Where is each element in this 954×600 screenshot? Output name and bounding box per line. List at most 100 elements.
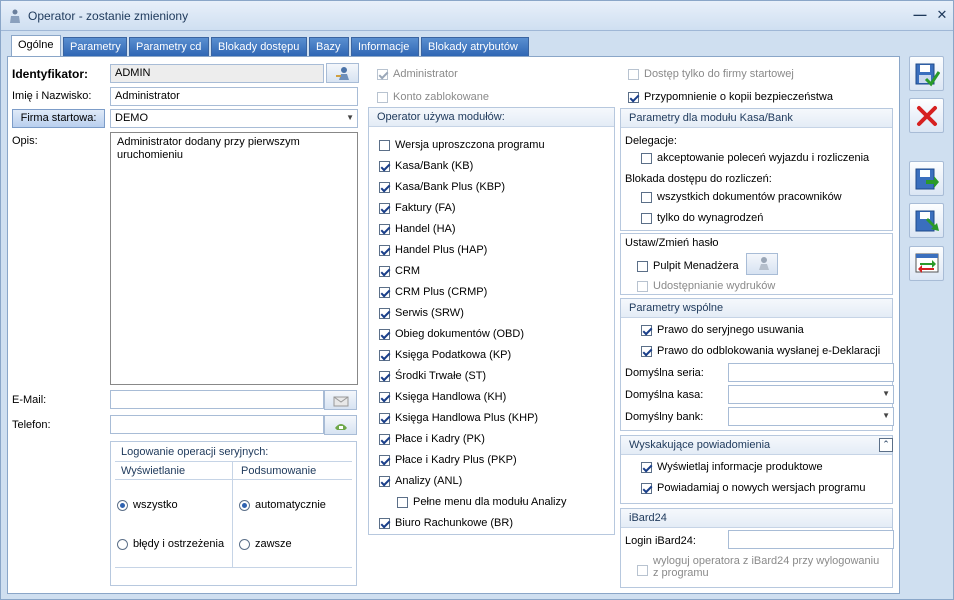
opis-textarea[interactable]: Administrator dodany przy pierwszym uruc… <box>110 132 358 385</box>
pulpit-user-button[interactable] <box>746 253 778 275</box>
save-next-button[interactable] <box>909 161 944 196</box>
module-label: Kasa/Bank (KB) <box>395 160 474 172</box>
radio-zawsze[interactable] <box>239 539 250 550</box>
module-label: Środki Trwałe (ST) <box>395 370 487 382</box>
prawo-seryjne-checkbox[interactable] <box>641 325 652 336</box>
collapse-icon[interactable]: ⌃ <box>879 438 893 452</box>
radio-bledy[interactable] <box>117 539 128 550</box>
tab-blokady-atrybutow[interactable]: Blokady atrybutów <box>421 37 529 56</box>
module-label: Wersja uproszczona programu <box>395 139 545 151</box>
cancel-button[interactable] <box>909 98 944 133</box>
tab-parametry-cd[interactable]: Parametry cd <box>129 37 209 56</box>
logowanie-divider-2 <box>115 479 352 480</box>
module-checkbox[interactable] <box>379 413 390 424</box>
telefon-call-button[interactable] <box>324 415 357 435</box>
firma-startowa-button[interactable]: Firma startowa: <box>12 109 105 128</box>
module-checkbox[interactable] <box>379 434 390 445</box>
tab-blokady-dostepu[interactable]: Blokady dostępu <box>211 37 307 56</box>
module-label: Faktury (FA) <box>395 202 456 214</box>
identyfikator-lookup-button[interactable] <box>326 63 359 83</box>
module-checkbox[interactable] <box>379 392 390 403</box>
email-input[interactable] <box>110 390 324 409</box>
module-checkbox[interactable] <box>379 161 390 172</box>
identyfikator-input[interactable]: ADMIN <box>110 64 324 83</box>
module-label: Pełne menu dla modułu Analizy <box>413 496 567 508</box>
pulpit-checkbox[interactable] <box>637 261 648 272</box>
prawo-odblok-checkbox[interactable] <box>641 346 652 357</box>
wyswietlaj-checkbox[interactable] <box>641 462 652 473</box>
module-label: Analizy (ANL) <box>395 475 463 487</box>
user-key-icon <box>759 257 769 270</box>
module-checkbox[interactable] <box>379 266 390 277</box>
powiadomienia-group: Wyskakujące powiadomienia ⌃ Wyświetlaj i… <box>620 435 893 504</box>
module-checkbox[interactable] <box>379 329 390 340</box>
ibard-title: iBard24 <box>621 509 892 528</box>
module-label: Księga Podatkowa (KP) <box>395 349 512 361</box>
konto-zablokowane-checkbox[interactable] <box>377 92 388 103</box>
udostepnianie-checkbox[interactable] <box>637 281 648 292</box>
wyswietlanie-label: Wyświetlanie <box>121 465 186 477</box>
email-send-button[interactable] <box>324 390 357 410</box>
logowanie-col-divider <box>232 461 233 567</box>
login-ibard-input[interactable] <box>728 530 894 549</box>
chevron-down-icon: ▼ <box>346 113 354 122</box>
przypomnienie-checkbox[interactable] <box>628 92 639 103</box>
tab-parametry[interactable]: Parametry <box>63 37 127 56</box>
wyswietlaj-label: Wyświetlaj informacje produktowe <box>657 461 823 473</box>
chevron-down-icon: ▼ <box>882 389 890 398</box>
pulpit-label: Pulpit Menadżera <box>653 260 739 272</box>
kasa-select[interactable]: ▼ <box>728 385 894 404</box>
powiadomienia-title: Wyskakujące powiadomienia <box>621 436 892 455</box>
tab-ogolne[interactable]: Ogólne <box>11 35 61 57</box>
save-new-button[interactable] <box>909 203 944 238</box>
save-button[interactable] <box>909 56 944 91</box>
logowanie-divider-3 <box>115 567 352 568</box>
window-swap-button[interactable] <box>909 246 944 281</box>
phone-icon <box>335 424 347 430</box>
radio-automatycznie[interactable] <box>239 500 250 511</box>
module-checkbox[interactable] <box>379 287 390 298</box>
module-label: Kasa/Bank Plus (KBP) <box>395 181 506 193</box>
wyloguj-checkbox[interactable] <box>637 565 648 576</box>
telefon-input[interactable] <box>110 415 324 434</box>
module-checkbox[interactable] <box>379 455 390 466</box>
powiadamiaj-checkbox[interactable] <box>641 483 652 494</box>
module-checkbox[interactable] <box>379 308 390 319</box>
administrator-label: Administrator <box>393 68 458 80</box>
wszystkich-checkbox[interactable] <box>641 192 652 203</box>
tab-bazy[interactable]: Bazy <box>309 37 349 56</box>
module-label: Obieg dokumentów (OBD) <box>395 328 524 340</box>
module-checkbox[interactable] <box>379 203 390 214</box>
akceptowanie-checkbox[interactable] <box>641 153 652 164</box>
moduly-title: Operator używa modułów: <box>369 108 614 127</box>
logowanie-title: Logowanie operacji seryjnych: <box>121 446 269 458</box>
kasa-label: Domyślna kasa: <box>625 389 704 401</box>
tylko-wyn-checkbox[interactable] <box>641 213 652 224</box>
module-checkbox[interactable] <box>379 140 390 151</box>
module-checkbox[interactable] <box>379 224 390 235</box>
bank-select[interactable]: ▼ <box>728 407 894 426</box>
module-checkbox[interactable] <box>397 497 408 508</box>
prawo-odblok-label: Prawo do odblokowania wysłanej e-Deklara… <box>657 345 881 357</box>
podsumowanie-label: Podsumowanie <box>241 465 317 477</box>
module-checkbox[interactable] <box>379 371 390 382</box>
imie-input[interactable]: Administrator <box>110 87 358 106</box>
tab-informacje[interactable]: Informacje <box>351 37 419 56</box>
module-checkbox[interactable] <box>379 476 390 487</box>
logowanie-divider <box>115 461 352 462</box>
module-checkbox[interactable] <box>379 350 390 361</box>
administrator-checkbox[interactable] <box>377 69 388 80</box>
module-checkbox[interactable] <box>379 245 390 256</box>
firma-startowa-select[interactable]: DEMO ▼ <box>110 109 358 128</box>
close-window-button[interactable]: ✕ <box>933 7 951 23</box>
close-icon <box>917 106 937 126</box>
module-checkbox[interactable] <box>379 518 390 529</box>
radio-wszystko[interactable] <box>117 500 128 511</box>
module-checkbox[interactable] <box>379 182 390 193</box>
minimize-button[interactable]: — <box>911 7 929 23</box>
seria-input[interactable] <box>728 363 894 382</box>
dostep-tylko-checkbox[interactable] <box>628 69 639 80</box>
wszystkich-label: wszystkich dokumentów pracowników <box>657 191 842 203</box>
tab-panel-ogolne: Identyfikator: ADMIN Imię i Nazwisko: Ad… <box>7 56 900 594</box>
dostep-tylko-label: Dostęp tylko do firmy startowej <box>644 68 794 80</box>
